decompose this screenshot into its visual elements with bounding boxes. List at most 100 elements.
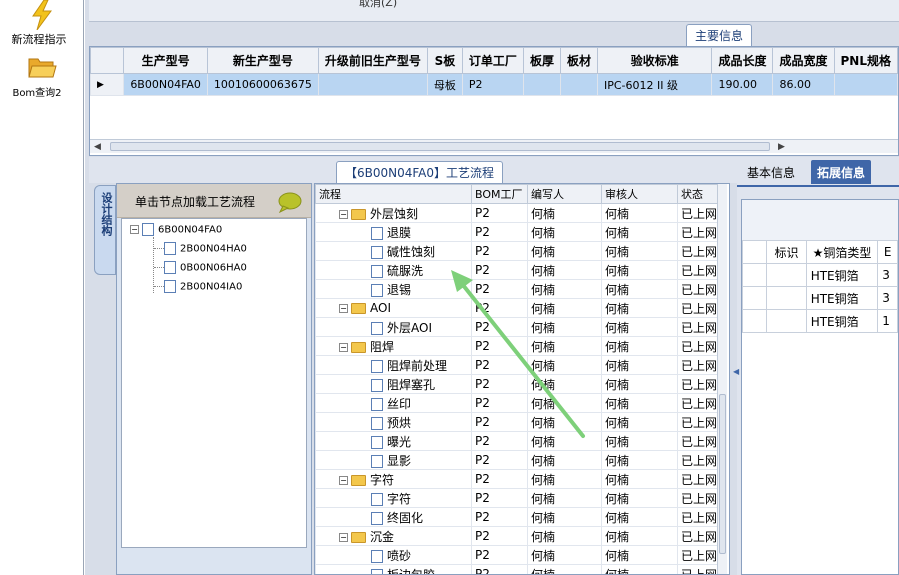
process-name-cell[interactable]: 曝光	[315, 431, 472, 451]
column-header[interactable]: 审核人	[601, 184, 678, 204]
table-cell[interactable]: 何楠	[527, 374, 602, 394]
column-header[interactable]: 成品长度	[711, 47, 774, 74]
process-row[interactable]: 退膜 P2 何楠 何楠 已上网	[315, 222, 720, 242]
process-name-cell[interactable]: − 外层蚀刻	[315, 203, 472, 223]
launcher-item-new-flow[interactable]: 新流程指示	[0, 0, 84, 47]
collapse-icon[interactable]: −	[339, 304, 348, 313]
table-cell[interactable]	[766, 286, 807, 310]
collapse-icon[interactable]: −	[339, 532, 348, 542]
table-cell[interactable]: 已上网	[677, 412, 720, 432]
table-cell[interactable]: P2	[471, 317, 528, 337]
table-cell[interactable]: 何楠	[527, 564, 602, 574]
table-cell[interactable]: 已上网	[677, 507, 720, 527]
process-row[interactable]: 外层AOI P2 何楠 何楠 已上网	[315, 317, 720, 337]
table-cell[interactable]: 已上网	[677, 545, 720, 565]
table-cell[interactable]: 已上网	[677, 393, 720, 413]
table-cell[interactable]: 已上网	[677, 355, 720, 375]
column-header[interactable]: 标识	[766, 240, 807, 264]
process-name-cell[interactable]: 阻焊前处理	[315, 355, 472, 375]
table-cell[interactable]: P2	[471, 279, 528, 299]
process-row[interactable]: 丝印 P2 何楠 何楠 已上网	[315, 393, 720, 413]
column-header[interactable]: 订单工厂	[461, 47, 524, 74]
table-cell[interactable]: HTE铜箔	[805, 286, 879, 310]
process-row[interactable]: − AOI P2 何楠 何楠 已上网	[315, 298, 720, 318]
table-cell[interactable]: 已上网	[677, 488, 720, 508]
column-header[interactable]: BOM工厂	[471, 184, 528, 204]
table-cell[interactable]: 何楠	[527, 203, 602, 223]
launcher-item-bom-query[interactable]: Bom查询2	[0, 54, 84, 99]
tab-basic-info[interactable]: 基本信息	[741, 160, 801, 184]
table-cell[interactable]: 何楠	[601, 336, 678, 356]
table-cell[interactable]: 已上网	[677, 431, 720, 451]
table-cell[interactable]: P2	[471, 412, 528, 432]
table-cell[interactable]: 何楠	[601, 469, 678, 489]
table-cell[interactable]: 已上网	[677, 222, 720, 242]
column-header[interactable]: 新生产型号	[206, 47, 319, 74]
table-cell[interactable]: 何楠	[527, 507, 602, 527]
column-header[interactable]: 板厚	[522, 47, 561, 74]
table-row[interactable]: HTE铜箔 3	[741, 286, 898, 310]
table-cell[interactable]: 何楠	[601, 450, 678, 470]
process-row[interactable]: 喷砂 P2 何楠 何楠 已上网	[315, 545, 720, 565]
table-cell[interactable]: 何楠	[527, 355, 602, 375]
table-row[interactable]: HTE铜箔 3	[741, 263, 898, 287]
table-cell[interactable]: 母板	[426, 73, 463, 96]
process-name-cell[interactable]: 碱性蚀刻	[315, 241, 472, 261]
table-cell[interactable]: 何楠	[527, 260, 602, 280]
table-cell[interactable]: 何楠	[601, 355, 678, 375]
process-row[interactable]: − 外层蚀刻 P2 何楠 何楠 已上网	[315, 203, 720, 223]
table-cell[interactable]: 何楠	[601, 222, 678, 242]
table-cell[interactable]: 何楠	[527, 545, 602, 565]
table-cell[interactable]: P2	[471, 545, 528, 565]
tree-node-child[interactable]: 0B00N06HA0	[154, 261, 247, 274]
table-cell[interactable]: P2	[471, 564, 528, 574]
table-cell[interactable]: P2	[471, 488, 528, 508]
process-row[interactable]: 曝光 P2 何楠 何楠 已上网	[315, 431, 720, 451]
process-row[interactable]: 硫脲洗 P2 何楠 何楠 已上网	[315, 260, 720, 280]
process-row[interactable]: 阻焊塞孔 P2 何楠 何楠 已上网	[315, 374, 720, 394]
table-cell[interactable]: 6B00N04FA0	[123, 73, 208, 96]
collapse-icon[interactable]: −	[130, 225, 139, 234]
process-row[interactable]: 终固化 P2 何楠 何楠 已上网	[315, 507, 720, 527]
collapse-handle-icon[interactable]: ◀	[733, 367, 739, 376]
process-name-cell[interactable]: − 字符	[315, 469, 472, 489]
table-cell[interactable]: P2	[471, 336, 528, 356]
process-row[interactable]: 碱性蚀刻 P2 何楠 何楠 已上网	[315, 241, 720, 261]
table-cell[interactable]: 何楠	[527, 336, 602, 356]
table-cell[interactable]: 何楠	[527, 526, 602, 546]
collapse-icon[interactable]: −	[339, 209, 348, 219]
table-cell[interactable]: 何楠	[601, 412, 678, 432]
table-cell[interactable]: 何楠	[601, 564, 678, 574]
process-name-cell[interactable]: − 阻焊	[315, 336, 472, 356]
table-cell[interactable]: P2	[471, 507, 528, 527]
process-name-cell[interactable]: − 沉金	[315, 526, 472, 546]
table-cell[interactable]: 何楠	[527, 469, 602, 489]
table-cell[interactable]	[766, 309, 807, 333]
table-cell[interactable]: 何楠	[601, 203, 678, 223]
scroll-right-icon[interactable]: ▶	[778, 142, 785, 152]
table-cell[interactable]: 何楠	[527, 450, 602, 470]
process-name-cell[interactable]: 阻焊塞孔	[315, 374, 472, 394]
table-cell[interactable]: 何楠	[601, 279, 678, 299]
tree-node-root[interactable]: − 6B00N04FA0	[130, 223, 222, 236]
table-cell[interactable]: 何楠	[527, 279, 602, 299]
column-header[interactable]: 状态	[677, 184, 720, 204]
table-cell[interactable]: P2	[471, 393, 528, 413]
table-cell[interactable]: 已上网	[677, 203, 720, 223]
process-row[interactable]: 预烘 P2 何楠 何楠 已上网	[315, 412, 720, 432]
horizontal-scrollbar[interactable]: ◀ ▶	[90, 139, 898, 153]
table-cell[interactable]: HTE铜箔	[805, 263, 879, 287]
table-cell[interactable]: 已上网	[677, 450, 720, 470]
table-cell[interactable]: 何楠	[601, 488, 678, 508]
cancel-button[interactable]: 取消(Z)	[359, 0, 397, 10]
table-cell[interactable]: 何楠	[601, 241, 678, 261]
process-row[interactable]: − 沉金 P2 何楠 何楠 已上网	[315, 526, 720, 546]
table-cell[interactable]: 190.00	[711, 73, 774, 96]
table-cell[interactable]	[741, 286, 768, 310]
table-cell[interactable]: 3	[877, 286, 898, 310]
table-cell[interactable]	[522, 73, 561, 96]
table-cell[interactable]: 1	[877, 309, 898, 333]
table-cell[interactable]	[833, 73, 898, 96]
table-cell[interactable]	[766, 263, 807, 287]
table-cell[interactable]: 何楠	[601, 393, 678, 413]
